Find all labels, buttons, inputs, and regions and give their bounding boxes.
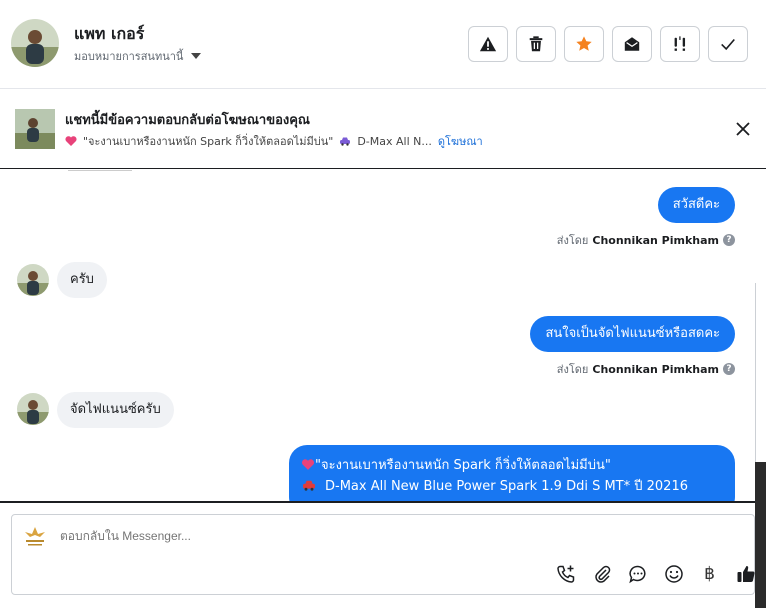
call-button[interactable] bbox=[554, 562, 577, 585]
conversation-header: แพท เกอร์ มอบหมายการสนทนานี้ bbox=[0, 0, 766, 89]
emoji-button[interactable] bbox=[662, 562, 685, 585]
message-incoming[interactable]: จัดไฟแนนซ์ครับ bbox=[57, 392, 174, 428]
sent-by-label: ส่งโดย Chonnikan Pimkham ? bbox=[557, 360, 735, 378]
attach-button[interactable] bbox=[590, 562, 613, 585]
check-icon bbox=[721, 38, 735, 51]
follow-up-icon bbox=[674, 36, 686, 51]
warning-icon bbox=[479, 36, 497, 52]
message-line-text: D-Max All New Blue Power Spark 1.9 Ddi S… bbox=[325, 479, 688, 494]
follow-up-button[interactable] bbox=[660, 26, 700, 62]
mark-done-button[interactable] bbox=[708, 26, 748, 62]
contact-avatar[interactable] bbox=[11, 19, 59, 67]
sent-by-agent: Chonnikan Pimkham bbox=[592, 233, 719, 247]
heart-icon bbox=[65, 136, 77, 146]
message-outgoing[interactable]: สวัสดีคะ bbox=[657, 187, 735, 223]
message-composer: ฿ bbox=[11, 514, 755, 595]
help-icon[interactable]: ? bbox=[723, 234, 735, 246]
chat-bubble-icon bbox=[628, 565, 646, 583]
message-outgoing[interactable]: สนใจเป็นจัดไฟแนนซ์หรือสดคะ bbox=[530, 316, 735, 352]
payment-button[interactable]: ฿ bbox=[698, 562, 721, 585]
conversation-actions bbox=[468, 26, 748, 62]
sent-by-agent: Chonnikan Pimkham bbox=[592, 362, 719, 376]
message-line-text: "จะงานเบาหรืองานหนัก Spark ก็วิ่งให้ตลอด… bbox=[315, 458, 611, 473]
help-icon[interactable]: ? bbox=[723, 363, 735, 375]
envelope-open-icon bbox=[624, 37, 640, 51]
assign-conversation-dropdown[interactable]: มอบหมายการสนทนานี้ bbox=[74, 47, 202, 65]
scroll-marker bbox=[68, 170, 132, 171]
like-button[interactable] bbox=[734, 562, 757, 585]
star-button[interactable] bbox=[564, 26, 604, 62]
view-ad-link[interactable]: ดูโฆษณา bbox=[438, 132, 483, 150]
ad-reply-banner: แชทนี้มีข้อความตอบกลับต่อโฆษณาของคุณ "จะ… bbox=[0, 89, 766, 169]
sent-by-label: ส่งโดย Chonnikan Pimkham ? bbox=[557, 231, 735, 249]
message-incoming[interactable]: ครับ bbox=[57, 262, 107, 298]
page-logo bbox=[22, 525, 48, 549]
delete-button[interactable] bbox=[516, 26, 556, 62]
sent-by-prefix: ส่งโดย bbox=[556, 363, 589, 376]
car-icon bbox=[340, 137, 351, 146]
paperclip-icon bbox=[594, 565, 610, 583]
saved-replies-button[interactable] bbox=[626, 562, 649, 585]
thread-divider bbox=[0, 501, 755, 503]
smiley-icon bbox=[664, 564, 683, 583]
assign-label: มอบหมายการสนทนานี้ bbox=[74, 50, 184, 63]
baht-icon: ฿ bbox=[704, 563, 715, 584]
trash-icon bbox=[529, 36, 543, 52]
sent-by-prefix: ส่งโดย bbox=[556, 234, 589, 247]
phone-add-icon bbox=[556, 565, 574, 583]
message-outgoing-ad-share[interactable]: "จะงานเบาหรืองานหนัก Spark ก็วิ่งให้ตลอด… bbox=[289, 445, 735, 501]
reply-input[interactable] bbox=[60, 529, 560, 543]
ad-quote: "จะงานเบาหรืองานหนัก Spark ก็วิ่งให้ตลอด… bbox=[83, 135, 334, 148]
ad-banner-title: แชทนี้มีข้อความตอบกลับต่อโฆษณาของคุณ bbox=[65, 113, 310, 128]
heart-icon bbox=[301, 459, 315, 470]
close-icon[interactable] bbox=[734, 120, 752, 138]
ad-car-name: D-Max All N... bbox=[357, 134, 432, 148]
mark-unread-button[interactable] bbox=[612, 26, 652, 62]
side-panel-dark-edge bbox=[755, 462, 766, 608]
message-line: D-Max All New Blue Power Spark 1.9 Ddi S… bbox=[301, 476, 723, 497]
message-line: "จะงานเบาหรืองานหนัก Spark ก็วิ่งให้ตลอด… bbox=[301, 455, 723, 476]
ad-thumbnail bbox=[15, 109, 55, 149]
composer-toolbar: ฿ bbox=[554, 562, 757, 585]
caret-down-icon bbox=[191, 53, 202, 59]
star-icon bbox=[576, 36, 592, 51]
contact-avatar-small bbox=[17, 393, 49, 425]
contact-name[interactable]: แพท เกอร์ bbox=[74, 22, 144, 47]
contact-avatar-small bbox=[17, 264, 49, 296]
ad-banner-subtitle: "จะงานเบาหรืองานหนัก Spark ก็วิ่งให้ตลอด… bbox=[65, 132, 483, 150]
message-thread[interactable]: สวัสดีคะ ส่งโดย Chonnikan Pimkham ? ครับ… bbox=[0, 170, 755, 501]
thumbs-up-icon bbox=[737, 565, 755, 582]
car-icon bbox=[303, 480, 315, 491]
mark-spam-button[interactable] bbox=[468, 26, 508, 62]
